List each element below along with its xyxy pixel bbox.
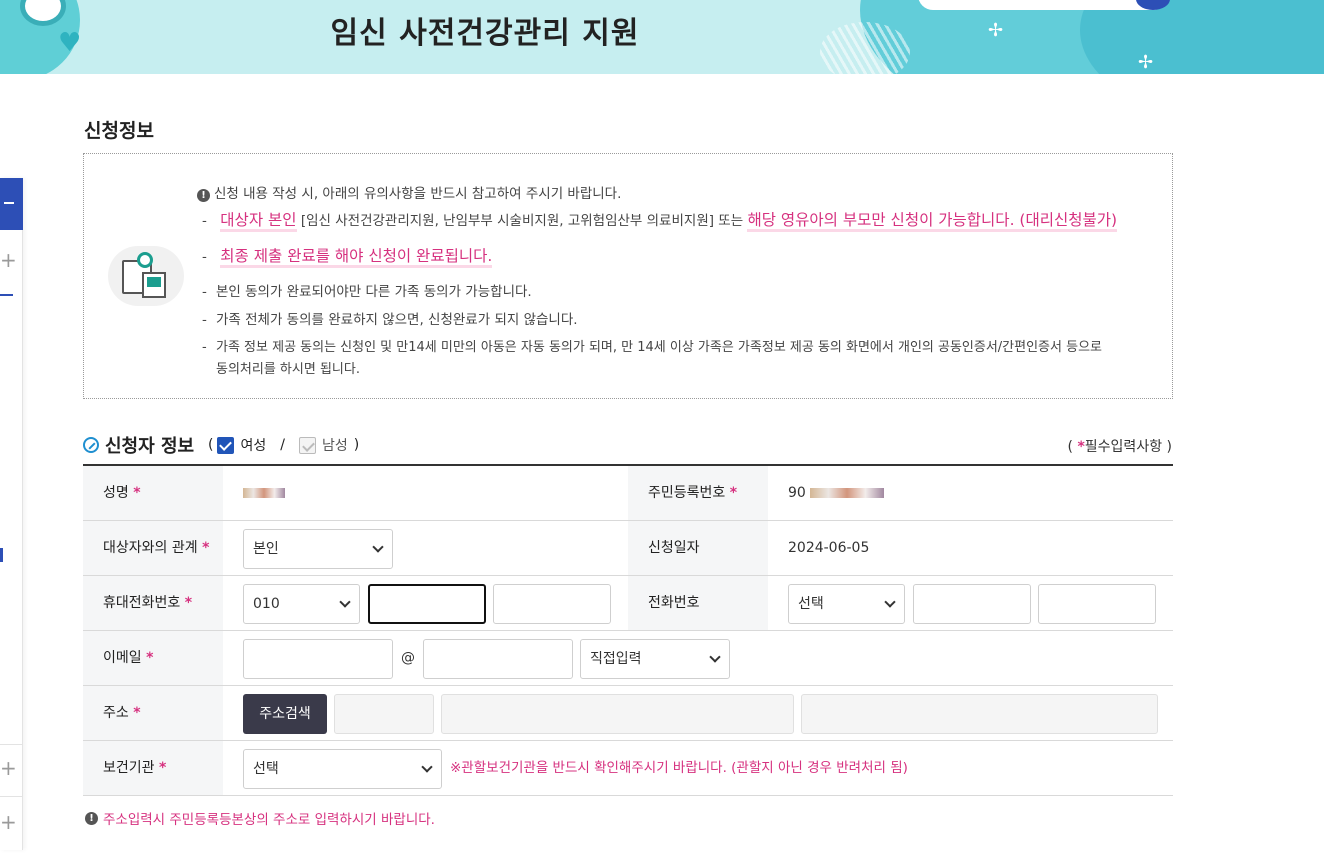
plus-icon[interactable]: +: [0, 756, 17, 780]
subsection-title: 신청자 정보: [83, 432, 194, 458]
male-checkbox[interactable]: [298, 436, 316, 454]
side-nav-indicator: [0, 294, 13, 296]
banner-decoration: [1080, 0, 1324, 74]
document-search-icon: [108, 246, 184, 306]
notice-line: - 대상자 본인 [임신 사전건강관리지원, 난임부부 시술비지원, 고위험임산…: [202, 208, 1118, 232]
apply-date-label: 신청일자: [628, 521, 768, 575]
address-detail-input[interactable]: [801, 694, 1158, 734]
side-nav-active-item[interactable]: [0, 178, 23, 230]
mobile-label: 휴대전화번호 *: [83, 576, 223, 630]
notice-highlight: 대상자 본인: [220, 211, 297, 232]
divider: [0, 744, 23, 745]
minus-icon: [4, 202, 14, 204]
exclamation-icon: !: [197, 189, 210, 202]
email-domain-input[interactable]: [423, 639, 573, 679]
form-row: 이메일 * @ 직접입력: [83, 631, 1173, 686]
page-banner: ♥ ✢ ✢ 임신 사전건강관리 지원: [0, 0, 1324, 74]
notice-box: ! 신청 내용 작성 시, 아래의 유의사항을 반드시 참고하여 주시기 바랍니다…: [83, 153, 1173, 399]
male-label: 남성: [321, 438, 348, 454]
phone-prefix-select[interactable]: 선택: [788, 584, 905, 624]
form-row: 보건기관 * 선택 ※관할보건기관을 반드시 확인해주시기 바랍니다. (관할지…: [83, 741, 1173, 796]
postcode-input[interactable]: [334, 694, 434, 734]
rrn-label: 주민등록번호 *: [628, 466, 768, 520]
notice-line: - 가족 전체가 동의를 완료하지 않으면, 신청완료가 되지 않습니다.: [202, 312, 578, 328]
rrn-value: 90: [788, 466, 885, 520]
address-label: 주소 *: [83, 686, 223, 740]
email-domain-select[interactable]: 직접입력: [580, 639, 730, 679]
required-fields-note: ( *필수입력사항 ): [1067, 439, 1172, 455]
name-value: [243, 466, 285, 520]
health-center-label: 보건기관 *: [83, 741, 223, 795]
name-label: 성명 *: [83, 466, 223, 520]
relation-select[interactable]: 본인: [243, 529, 393, 569]
page-title: 임신 사전건강관리 지원: [330, 16, 640, 51]
form-row: 휴대전화번호 * 010 전화번호 선택: [83, 576, 1173, 631]
notice-line: 동의처리를 하시면 됩니다.: [216, 362, 360, 377]
form-row: 성명 * 주민등록번호 * 90: [83, 466, 1173, 521]
phone-label: 전화번호: [628, 576, 768, 630]
masked-rrn: [810, 488, 885, 498]
mobile-prefix-select[interactable]: 010: [243, 584, 360, 624]
sparkle-icon: ✢: [988, 20, 1004, 41]
notice-header: ! 신청 내용 작성 시, 아래의 유의사항을 반드시 참고하여 주시기 바랍니다…: [197, 182, 621, 202]
health-center-select[interactable]: 선택: [243, 749, 442, 789]
mobile-middle-input[interactable]: [368, 584, 486, 624]
side-navigation: + + +: [0, 178, 23, 850]
side-nav-marker: [0, 548, 3, 562]
sparkle-icon: ✢: [1138, 52, 1154, 73]
email-id-input[interactable]: [243, 639, 393, 679]
relation-label: 대상자와의 관계 *: [83, 521, 223, 575]
gender-selector: ( 여성 / 남성 ): [208, 436, 360, 454]
female-label: 여성: [240, 438, 267, 454]
address-input[interactable]: [441, 694, 794, 734]
section-title: 신청정보: [84, 120, 154, 142]
at-sign: @: [401, 650, 415, 666]
apply-date-value: 2024-06-05: [788, 540, 870, 556]
form-row: 대상자와의 관계 * 본인 신청일자 2024-06-05: [83, 521, 1173, 576]
notice-highlight: 최종 제출 완료를 해야 신청이 완료됩니다.: [220, 247, 493, 268]
phone-last-input[interactable]: [1038, 584, 1156, 624]
exclamation-icon: !: [85, 811, 98, 825]
address-note: ! 주소입력시 주민등록등본상의 주소로 입력하시기 바랍니다.: [85, 808, 435, 828]
plus-icon[interactable]: +: [0, 248, 17, 272]
form-row: 주소 * 주소검색: [83, 686, 1173, 741]
health-center-warning: ※관할보건기관을 반드시 확인해주시기 바랍니다. (관할지 아닌 경우 반려처…: [450, 760, 908, 776]
divider: [0, 796, 23, 797]
notice-text: [임신 사전건강관리지원, 난임부부 시술비지원, 고위험임산부 의료비지원] …: [300, 213, 744, 229]
applicant-form: 성명 * 주민등록번호 * 90 대상자와의 관계 * 본인 신청일자 2024…: [83, 464, 1173, 796]
phone-middle-input[interactable]: [913, 584, 1031, 624]
notice-line: - 가족 정보 제공 동의는 신청인 및 만14세 미만의 아동은 자동 동의가 …: [202, 340, 1102, 355]
pencil-icon: [83, 437, 99, 453]
mobile-last-input[interactable]: [493, 584, 611, 624]
notice-line: - 본인 동의가 완료되어야만 다른 가족 동의가 가능합니다.: [202, 284, 532, 300]
email-label: 이메일 *: [83, 631, 223, 685]
notice-line: - 최종 제출 완료를 해야 신청이 완료됩니다.: [202, 244, 493, 268]
masked-name: [243, 488, 285, 498]
address-search-button[interactable]: 주소검색: [243, 694, 327, 734]
plus-icon[interactable]: +: [0, 810, 17, 834]
notice-highlight: 해당 영유아의 부모만 신청이 가능합니다. (대리신청불가): [747, 211, 1118, 232]
female-checkbox[interactable]: [217, 436, 235, 454]
